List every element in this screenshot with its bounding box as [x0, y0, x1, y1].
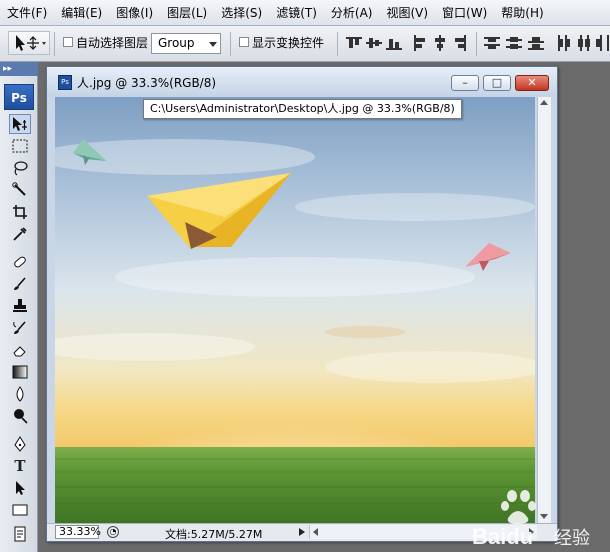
document-window: Ps 人.jpg @ 33.3%(RGB/8) – □ ✕ C:\Users\A…: [46, 66, 558, 542]
svg-text:Baidu: Baidu: [472, 524, 533, 548]
menu-image[interactable]: 图像(I): [109, 0, 160, 26]
distribute-left-icon[interactable]: [556, 35, 572, 51]
align-hcenter-icon[interactable]: [432, 35, 448, 51]
auto-select-dropdown[interactable]: Group: [151, 33, 221, 54]
document-size: 文档:5.27M/5.27M: [165, 528, 263, 541]
menu-analysis[interactable]: 分析(A): [324, 0, 380, 26]
menu-file[interactable]: 文件(F): [0, 0, 54, 26]
move-tool-icon[interactable]: [9, 114, 31, 134]
clone-stamp-tool-icon[interactable]: [9, 296, 31, 316]
chevron-down-icon: [209, 42, 217, 47]
close-button[interactable]: ✕: [515, 75, 549, 91]
show-transform-checkbox[interactable]: [239, 37, 249, 47]
document-icon: Ps: [58, 75, 72, 90]
brush-tool-icon[interactable]: [9, 274, 31, 294]
type-tool-icon[interactable]: T: [9, 456, 31, 476]
options-bar: 自动选择图层 Group 显示变换控件: [0, 26, 610, 62]
align-vcenter-icon[interactable]: [366, 35, 382, 51]
path-selection-tool-icon[interactable]: [9, 478, 31, 498]
distribute-right-icon[interactable]: [594, 35, 610, 51]
auto-select-checkbox[interactable]: [63, 37, 73, 47]
align-right-icon[interactable]: [452, 35, 468, 51]
menu-layer[interactable]: 图层(L): [160, 0, 214, 26]
zoom-level-field[interactable]: 33.33%: [55, 525, 101, 539]
clock-icon[interactable]: ◔: [107, 526, 119, 538]
scroll-up-icon[interactable]: [540, 100, 548, 105]
dodge-tool-icon[interactable]: [9, 406, 31, 426]
crop-tool-icon[interactable]: [9, 202, 31, 222]
photoshop-logo[interactable]: Ps: [4, 84, 34, 110]
blur-tool-icon[interactable]: [9, 384, 31, 404]
auto-select-label: 自动选择图层: [76, 36, 149, 50]
show-transform-label: 显示变换控件: [252, 36, 325, 50]
auto-select-value: Group: [158, 36, 195, 50]
quick-selection-tool-icon[interactable]: [9, 180, 31, 200]
notes-tool-icon[interactable]: [9, 524, 31, 544]
image-canvas[interactable]: [55, 97, 535, 523]
align-bottom-icon[interactable]: [386, 35, 402, 51]
distribute-hcenter-icon[interactable]: [576, 35, 592, 51]
pen-tool-icon[interactable]: [9, 434, 31, 454]
marquee-tool-icon[interactable]: [9, 136, 31, 156]
separator: [476, 32, 477, 56]
vertical-scrollbar[interactable]: [537, 97, 551, 523]
eraser-tool-icon[interactable]: [9, 340, 31, 360]
eyedropper-tool-icon[interactable]: [9, 224, 31, 244]
sky-scene-image: [55, 97, 535, 523]
svg-text:经验: 经验: [554, 528, 590, 548]
move-tool-icon: [16, 35, 46, 51]
menu-window[interactable]: 窗口(W): [435, 0, 494, 26]
tool-preset-picker[interactable]: [8, 31, 50, 55]
distribute-bottom-icon[interactable]: [528, 35, 544, 51]
menu-view[interactable]: 视图(V): [379, 0, 435, 26]
toolbox-panel: ▸▸ Ps T: [0, 62, 38, 552]
gradient-tool-icon[interactable]: [9, 362, 31, 382]
file-path-tooltip: C:\Users\Administrator\Desktop\人.jpg @ 3…: [143, 99, 462, 119]
lasso-tool-icon[interactable]: [9, 158, 31, 178]
scroll-left-icon[interactable]: [313, 528, 318, 536]
baidu-jingyan-watermark: Baidu 经验: [470, 486, 610, 549]
shape-tool-icon[interactable]: [9, 500, 31, 520]
menu-bar: 文件(F) 编辑(E) 图像(I) 图层(L) 选择(S) 滤镜(T) 分析(A…: [0, 0, 610, 26]
history-brush-tool-icon[interactable]: [9, 318, 31, 338]
separator: [54, 32, 55, 56]
align-top-icon[interactable]: [346, 35, 362, 51]
menu-filter[interactable]: 滤镜(T): [269, 0, 324, 26]
healing-brush-tool-icon[interactable]: [9, 252, 31, 272]
menu-help[interactable]: 帮助(H): [494, 0, 550, 26]
separator: [337, 32, 338, 56]
align-left-icon[interactable]: [412, 35, 428, 51]
document-titlebar[interactable]: Ps 人.jpg @ 33.3%(RGB/8) – □ ✕: [47, 67, 557, 97]
document-title: 人.jpg @ 33.3%(RGB/8): [77, 76, 217, 90]
separator: [230, 32, 231, 56]
minimize-button[interactable]: –: [451, 75, 479, 91]
maximize-button[interactable]: □: [483, 75, 511, 91]
status-menu-arrow-icon[interactable]: [299, 528, 305, 536]
toolbox-grip[interactable]: ▸▸: [0, 62, 38, 76]
menu-edit[interactable]: 编辑(E): [54, 0, 109, 26]
menu-select[interactable]: 选择(S): [214, 0, 269, 26]
distribute-top-icon[interactable]: [484, 35, 500, 51]
distribute-vcenter-icon[interactable]: [506, 35, 522, 51]
